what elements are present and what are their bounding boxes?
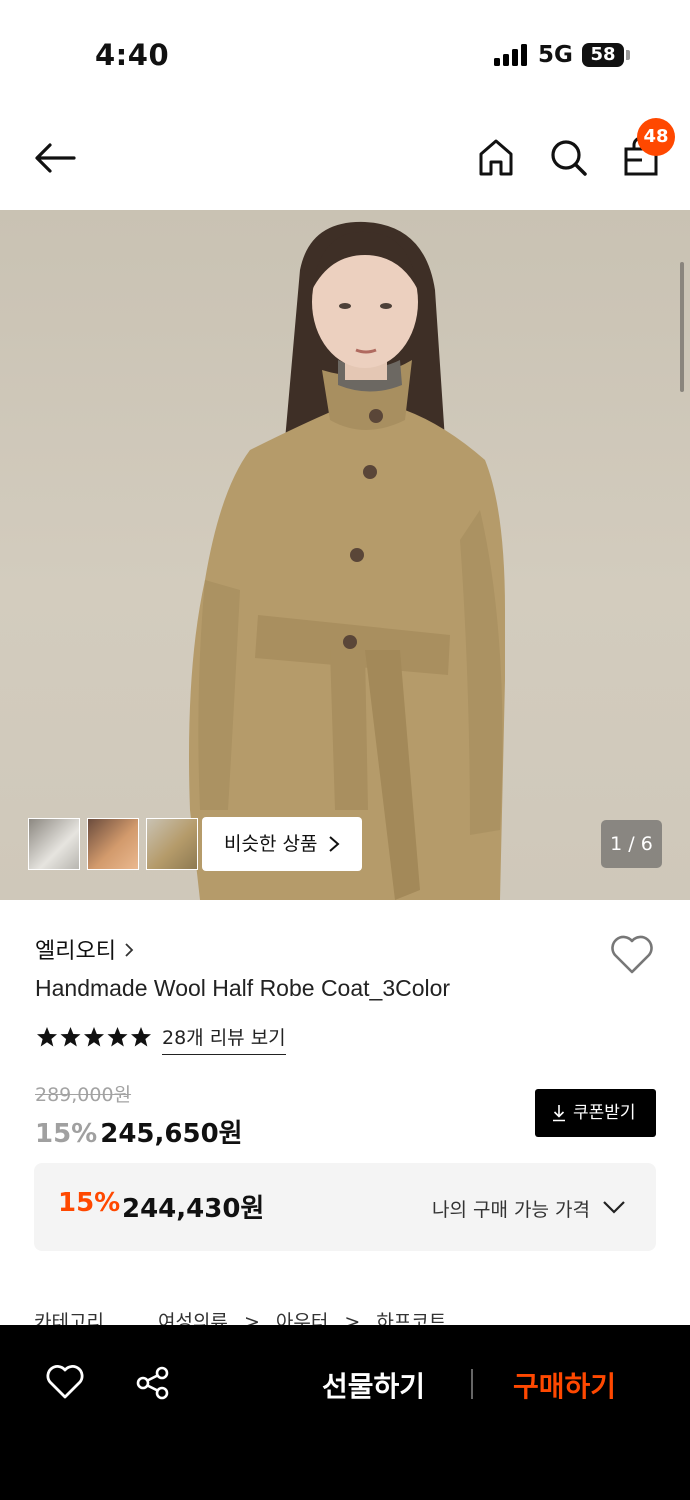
divider: [471, 1369, 473, 1399]
similar-products-label: 비슷한 상품: [224, 833, 318, 855]
thumbnail-1[interactable]: [28, 818, 80, 870]
heart-icon[interactable]: [45, 1363, 85, 1401]
original-price: 289,000원: [35, 1084, 132, 1106]
bottom-action-bar: 선물하기 구매하기: [0, 1325, 690, 1500]
download-icon: [553, 1105, 565, 1122]
model-photo: [189, 221, 505, 900]
discount-rate: 15%: [35, 1119, 98, 1149]
rating-stars-icon: [37, 1027, 151, 1047]
buy-button[interactable]: 구매하기: [513, 1365, 616, 1405]
home-icon[interactable]: [471, 132, 521, 182]
status-bar: 4:40 5G 58: [0, 0, 690, 110]
coupon-download-button[interactable]: 쿠폰받기: [535, 1089, 656, 1137]
best-price-box[interactable]: 15% 244,430원 나의 구매 가능 가격: [34, 1163, 656, 1251]
product-title: Handmade Wool Half Robe Coat_3Color: [35, 975, 451, 1001]
battery-tip: [626, 50, 630, 60]
network-type: 5G: [538, 42, 573, 68]
best-price: 244,430원: [122, 1194, 265, 1224]
chevron-right-icon[interactable]: [124, 942, 134, 958]
battery-icon: 58: [582, 43, 624, 67]
product-image[interactable]: 비슷한 상품 1 / 6: [0, 210, 690, 900]
gift-button[interactable]: 선물하기: [322, 1365, 425, 1405]
chevron-right-icon: [329, 836, 340, 852]
back-icon[interactable]: [30, 132, 80, 182]
similar-products-button[interactable]: 비슷한 상품: [202, 817, 362, 871]
cart-count-badge: 48: [637, 118, 675, 156]
share-icon[interactable]: [134, 1365, 172, 1401]
thumbnail-2[interactable]: [87, 818, 139, 870]
image-scroll-indicator[interactable]: [680, 262, 684, 392]
review-link[interactable]: 28개 리뷰 보기: [162, 1023, 286, 1055]
best-price-label: 나의 구매 가능 가격: [432, 1199, 590, 1221]
discount-price: 245,650원: [100, 1119, 243, 1149]
wishlist-heart-icon[interactable]: [608, 932, 656, 976]
thumbnail-3[interactable]: [146, 818, 198, 870]
image-page-counter: 1 / 6: [601, 820, 662, 868]
discount-price-row: 15% 245,650원: [35, 1113, 243, 1150]
nav-header: [0, 110, 690, 210]
best-discount-rate: 15%: [58, 1188, 121, 1218]
signal-icon: [494, 44, 528, 66]
status-time: 4:40: [95, 38, 170, 72]
chevron-down-icon: [603, 1201, 625, 1214]
brand-name[interactable]: 엘리오티: [35, 933, 116, 965]
coupon-label: 쿠폰받기: [573, 1103, 636, 1123]
search-icon[interactable]: [543, 132, 593, 182]
